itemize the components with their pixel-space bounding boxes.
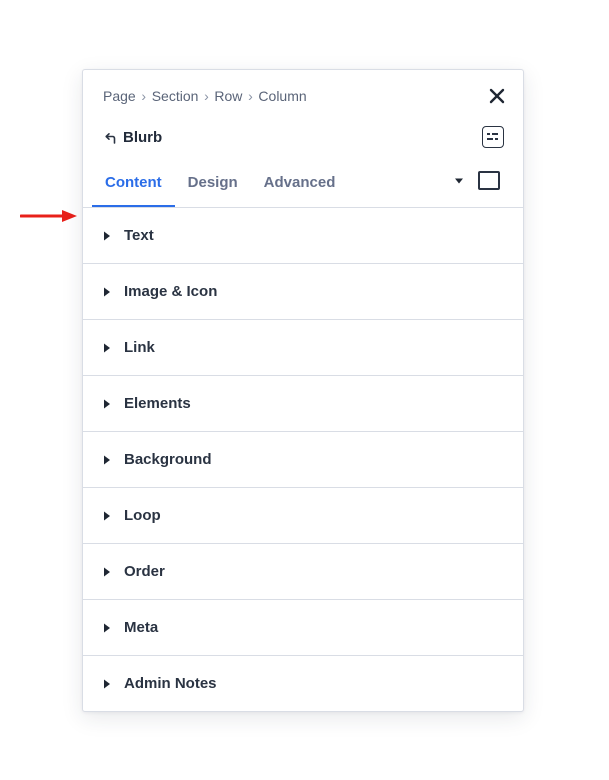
tab-advanced[interactable]: Advanced <box>251 162 349 208</box>
option-group-order[interactable]: Order <box>83 544 523 600</box>
option-group-background[interactable]: Background <box>83 432 523 488</box>
caret-right-icon <box>104 343 110 352</box>
option-group-elements[interactable]: Elements <box>83 376 523 432</box>
caret-right-icon <box>104 399 110 408</box>
breadcrumb-item-column[interactable]: Column <box>258 88 306 104</box>
breadcrumb-item-page[interactable]: Page <box>103 88 136 104</box>
option-group-meta[interactable]: Meta <box>83 600 523 656</box>
view-mode-icon[interactable] <box>478 171 500 190</box>
option-group-link[interactable]: Link <box>83 320 523 376</box>
preset-settings-button[interactable] <box>482 126 504 148</box>
breadcrumb-item-row[interactable]: Row <box>214 88 242 104</box>
option-group-label: Admin Notes <box>124 675 217 692</box>
option-group-label: Order <box>124 563 165 580</box>
option-group-admin-notes[interactable]: Admin Notes <box>83 656 523 711</box>
option-group-label: Loop <box>124 507 161 524</box>
option-group-text[interactable]: Text <box>83 208 523 264</box>
breadcrumb-separator-icon: › <box>141 88 147 104</box>
option-groups-list: Text Image & Icon Link Elements Backgrou… <box>83 208 523 711</box>
option-group-label: Text <box>124 227 154 244</box>
caret-right-icon <box>104 679 110 688</box>
tab-tools <box>454 171 500 190</box>
caret-right-icon <box>104 511 110 520</box>
option-group-label: Elements <box>124 395 191 412</box>
tab-content[interactable]: Content <box>92 162 175 208</box>
module-title: Blurb <box>123 129 163 146</box>
caret-right-icon <box>104 623 110 632</box>
option-group-image-icon[interactable]: Image & Icon <box>83 264 523 320</box>
close-icon[interactable] <box>487 86 507 106</box>
caret-down-icon[interactable] <box>454 177 464 185</box>
back-arrow-icon[interactable] <box>103 131 117 145</box>
option-group-label: Link <box>124 339 155 356</box>
breadcrumb: Page › Section › Row › Column <box>103 88 307 104</box>
stage: Page › Section › Row › Column Blurb Cont… <box>0 0 609 780</box>
option-group-loop[interactable]: Loop <box>83 488 523 544</box>
breadcrumb-item-section[interactable]: Section <box>152 88 199 104</box>
tab-design[interactable]: Design <box>175 162 251 208</box>
breadcrumb-separator-icon: › <box>204 88 209 104</box>
module-title-row: Blurb <box>103 129 162 146</box>
caret-right-icon <box>104 567 110 576</box>
option-group-label: Background <box>124 451 212 468</box>
module-settings-panel: Page › Section › Row › Column Blurb Cont… <box>82 69 524 712</box>
caret-right-icon <box>104 455 110 464</box>
caret-right-icon <box>104 231 110 240</box>
caret-right-icon <box>104 287 110 296</box>
option-group-label: Meta <box>124 619 159 636</box>
breadcrumb-separator-icon: › <box>248 88 253 104</box>
annotation-arrow-icon <box>20 210 77 222</box>
option-group-label: Image & Icon <box>124 283 218 300</box>
preset-settings-icon <box>487 133 498 140</box>
